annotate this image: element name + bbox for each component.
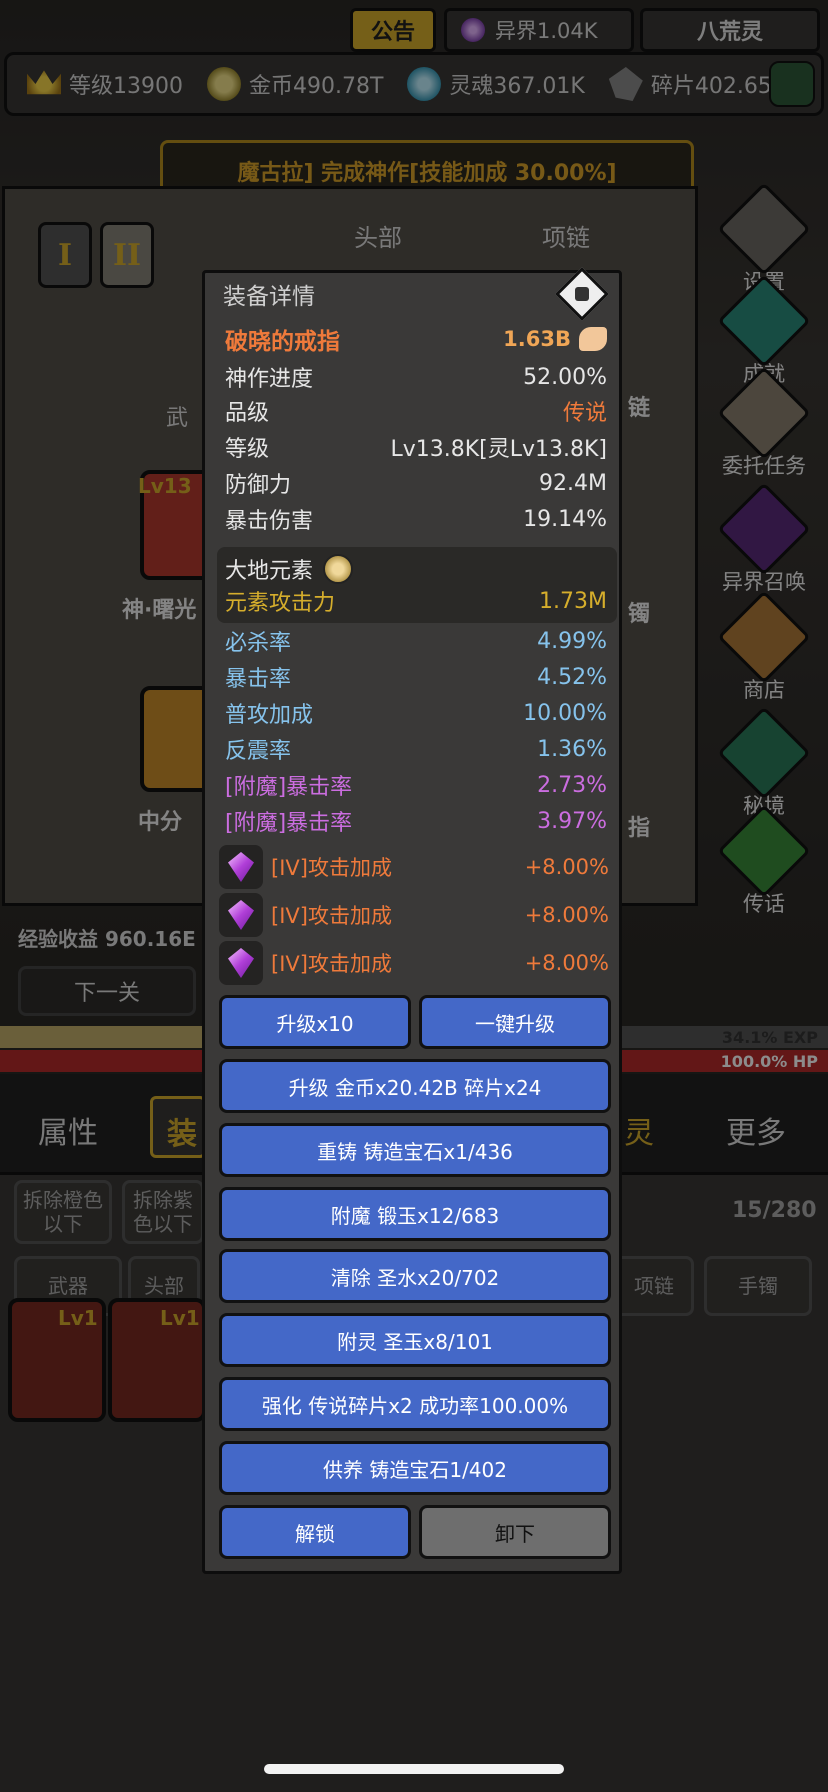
purple-gem-icon	[228, 948, 254, 978]
recast-button[interactable]: 重铸 铸造宝石x1/436	[219, 1123, 611, 1177]
gem-label: [IV]攻击加成	[271, 904, 392, 928]
enchant-label: [附魔]暴击率	[225, 811, 353, 836]
stat-value: 19.14%	[523, 506, 607, 532]
enchant-button[interactable]: 附魔 锻玉x12/683	[219, 1187, 611, 1241]
gem-value: +8.00%	[524, 855, 609, 879]
muscle-icon	[579, 327, 607, 351]
substat-row: 暴击率 4.52%	[225, 659, 607, 695]
stat-label: 等级	[225, 437, 270, 462]
strengthen-button[interactable]: 强化 传说碎片x2 成功率100.00%	[219, 1377, 611, 1431]
substat-row: 反震率 1.36%	[225, 731, 607, 767]
unequip-button[interactable]: 卸下	[419, 1505, 611, 1559]
item-name: 破晓的戒指	[225, 329, 340, 355]
gem-value: +8.00%	[524, 903, 609, 927]
item-name-row: 破晓的戒指 1.63B	[225, 321, 607, 357]
enchant-value: 3.97%	[537, 808, 607, 834]
substat-label: 必杀率	[225, 631, 292, 656]
gem-slot	[219, 941, 263, 985]
element-name: 大地元素	[225, 559, 314, 584]
stat-label: 神作进度	[225, 367, 314, 392]
equipment-detail-modal: 装备详情 破晓的戒指 1.63B 神作进度 52.00% 品级 传说 等级 Lv…	[202, 267, 622, 1574]
lock-icon[interactable]	[555, 267, 609, 321]
earth-element-icon	[323, 554, 354, 584]
gem-label: [IV]攻击加成	[271, 952, 392, 976]
substat-label: 暴击率	[225, 667, 292, 692]
item-power-value: 1.63B	[503, 327, 571, 351]
unlock-button[interactable]: 解锁	[219, 1505, 411, 1559]
stat-value: 52.00%	[523, 364, 607, 390]
upgrade-button[interactable]: 升级 金币x20.42B 碎片x24	[219, 1059, 611, 1113]
stat-row: 神作进度 52.00%	[225, 359, 607, 395]
home-indicator[interactable]	[264, 1764, 564, 1774]
substat-label: 反震率	[225, 739, 292, 764]
upgrade-x10-button[interactable]: 升级x10	[219, 995, 411, 1049]
item-power: 1.63B	[503, 327, 607, 351]
nurture-button[interactable]: 供养 铸造宝石1/402	[219, 1441, 611, 1495]
gem-value: +8.00%	[524, 951, 609, 975]
gem-slot	[219, 893, 263, 937]
enchant-row: [附魔]暴击率 2.73%	[225, 767, 607, 803]
gem-row[interactable]: [IV]攻击加成 +8.00%	[219, 941, 609, 985]
substat-row: 必杀率 4.99%	[225, 623, 607, 659]
substat-value: 1.36%	[537, 736, 607, 762]
substat-row: 普攻加成 10.00%	[225, 695, 607, 731]
gem-slot	[219, 845, 263, 889]
element-attack-label: 元素攻击力	[225, 591, 336, 616]
stat-label: 防御力	[225, 473, 292, 498]
upgrade-all-button[interactable]: 一键升级	[419, 995, 611, 1049]
spirit-button[interactable]: 附灵 圣玉x8/101	[219, 1313, 611, 1367]
element-attack-row: 元素攻击力 1.73M	[225, 583, 607, 619]
substat-value: 10.00%	[523, 700, 607, 726]
stat-value: 传说	[562, 401, 607, 426]
stat-row: 等级 Lv13.8K[灵Lv13.8K]	[225, 429, 607, 465]
clear-button[interactable]: 清除 圣水x20/702	[219, 1249, 611, 1303]
enchant-row: [附魔]暴击率 3.97%	[225, 803, 607, 839]
stat-label: 品级	[225, 401, 270, 426]
element-header: 大地元素	[225, 551, 607, 587]
substat-value: 4.99%	[537, 628, 607, 654]
purple-gem-icon	[228, 852, 254, 882]
element-attack-value: 1.73M	[539, 588, 607, 614]
modal-title: 装备详情	[223, 284, 315, 310]
stat-row: 防御力 92.4M	[225, 465, 607, 501]
stat-row: 品级 传说	[225, 393, 607, 429]
stat-row: 暴击伤害 19.14%	[225, 501, 607, 537]
stat-value: Lv13.8K[灵Lv13.8K]	[390, 437, 607, 462]
gem-row[interactable]: [IV]攻击加成 +8.00%	[219, 893, 609, 937]
gem-row[interactable]: [IV]攻击加成 +8.00%	[219, 845, 609, 889]
enchant-value: 2.73%	[537, 772, 607, 798]
substat-label: 普攻加成	[225, 703, 314, 728]
purple-gem-icon	[228, 900, 254, 930]
stat-value: 92.4M	[539, 470, 607, 496]
gem-label: [IV]攻击加成	[271, 856, 392, 880]
substat-value: 4.52%	[537, 664, 607, 690]
stat-label: 暴击伤害	[225, 509, 314, 534]
enchant-label: [附魔]暴击率	[225, 775, 353, 800]
